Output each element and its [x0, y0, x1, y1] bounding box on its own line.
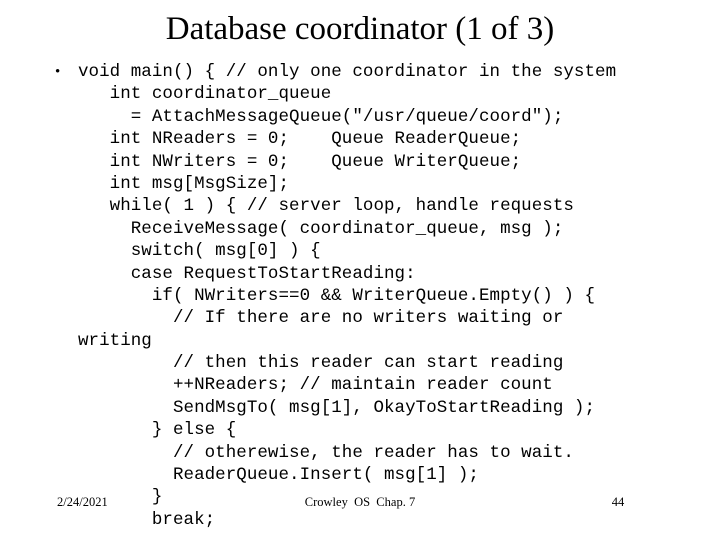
bullet-spacer: • [55, 352, 78, 374]
code-line-text: switch( msg[0] ) { [78, 241, 321, 262]
bullet-spacer: • [55, 397, 78, 419]
footer-page-number: 44 [611, 495, 625, 509]
bullet-spacer: • [55, 285, 78, 307]
bullet-spacer: • [55, 151, 78, 173]
bullet-spacer: • [55, 464, 78, 486]
code-line-text: case RequestToStartReading: [78, 263, 416, 284]
bullet-spacer: • [55, 307, 78, 329]
code-line: • int NWriters = 0; Queue WriterQueue; [55, 151, 705, 173]
code-line: • ReaderQueue.Insert( msg[1] ); [55, 464, 705, 486]
code-line-text: writing [78, 330, 152, 351]
bullet-icon: • [55, 64, 61, 80]
code-line-text: int NWriters = 0; Queue WriterQueue; [78, 151, 522, 172]
code-line-text: ReaderQueue.Insert( msg[1] ); [78, 465, 479, 486]
code-line-text: // then this reader can start reading [78, 353, 564, 374]
slide-canvas: Database coordinator (1 of 3) • void main… [0, 0, 720, 540]
code-line-text: int msg[MsgSize]; [78, 173, 290, 194]
code-line: • // otherewise, the reader has to wait. [55, 442, 705, 464]
code-line-text: int coordinator_queue [78, 84, 332, 105]
bullet-spacer: • [55, 374, 78, 396]
code-line-text: // If there are no writers waiting or [78, 308, 564, 329]
bullet-spacer: • [55, 106, 78, 128]
code-line: • int coordinator_queue [55, 83, 705, 105]
code-line: • case RequestToStartReading: [55, 263, 705, 285]
code-line: • } else { [55, 419, 705, 441]
code-line: • // If there are no writers waiting or [55, 307, 705, 329]
bullet-spacer: • [55, 263, 78, 285]
code-line: • = AttachMessageQueue("/usr/queue/coord… [55, 106, 705, 128]
code-line: • ++NReaders; // maintain reader count [55, 374, 705, 396]
code-line: • int msg[MsgSize]; [55, 173, 705, 195]
code-line-text: if( NWriters==0 && WriterQueue.Empty() )… [78, 285, 596, 306]
bullet-spacer: • [55, 195, 78, 217]
slide-body-code-block: • void main() { // only one coordinator i… [55, 61, 705, 531]
bullet-spacer: • [55, 173, 78, 195]
code-line: • if( NWriters==0 && WriterQueue.Empty()… [55, 285, 705, 307]
code-line-text: break; [78, 509, 216, 530]
bullet-spacer: • [55, 419, 78, 441]
code-line-text: ++NReaders; // maintain reader count [78, 375, 553, 396]
footer-attribution: Crowley OS Chap. 7 [304, 495, 416, 509]
bullet-spacer: • [55, 83, 78, 105]
code-line: •writing [55, 330, 705, 352]
code-line-text: // otherewise, the reader has to wait. [78, 442, 574, 463]
code-line: • void main() { // only one coordinator i… [55, 61, 705, 83]
bullet-spacer: • [55, 218, 78, 240]
code-line-text: ReceiveMessage( coordinator_queue, msg )… [78, 218, 564, 239]
code-line: • // then this reader can start reading [55, 352, 705, 374]
bullet-spacer: • [55, 442, 78, 464]
code-line-text: void main() { // only one coordinator in… [78, 62, 617, 82]
bullet-spacer: • [55, 240, 78, 262]
footer-date: 2/24/2021 [57, 495, 108, 509]
page-title: Database coordinator (1 of 3) [165, 11, 555, 47]
code-line-text: = AttachMessageQueue("/usr/queue/coord")… [78, 106, 564, 127]
code-line-text: SendMsgTo( msg[1], OkayToStartReading ); [78, 397, 596, 418]
code-line: • while( 1 ) { // server loop, handle re… [55, 195, 705, 217]
code-line: • SendMsgTo( msg[1], OkayToStartReading … [55, 397, 705, 419]
bullet-spacer: • [55, 509, 78, 531]
bullet-spacer: • [55, 330, 78, 352]
code-line-text: } else { [78, 420, 237, 441]
code-line-text: while( 1 ) { // server loop, handle requ… [78, 196, 574, 217]
code-line: • ReceiveMessage( coordinator_queue, msg… [55, 218, 705, 240]
code-line-text: int NReaders = 0; Queue ReaderQueue; [78, 129, 522, 150]
code-line: • break; [55, 509, 705, 531]
code-line: • int NReaders = 0; Queue ReaderQueue; [55, 128, 705, 150]
code-line: • switch( msg[0] ) { [55, 240, 705, 262]
bullet-spacer: • [55, 128, 78, 150]
